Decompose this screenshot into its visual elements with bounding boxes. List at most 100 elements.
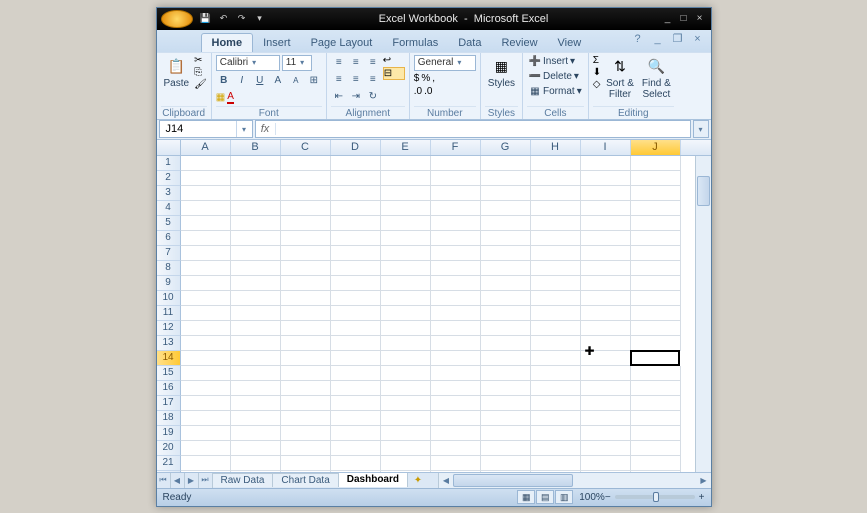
row-header-12[interactable]: 12	[157, 321, 181, 336]
cell-F14[interactable]	[431, 351, 481, 366]
cell-B2[interactable]	[231, 171, 281, 186]
cell-G12[interactable]	[481, 321, 531, 336]
tab-review[interactable]: Review	[491, 34, 547, 52]
cell-D18[interactable]	[331, 411, 381, 426]
cell-B15[interactable]	[231, 366, 281, 381]
redo-icon[interactable]: ↷	[235, 12, 249, 26]
find-select-button[interactable]: 🔍 Find & Select	[639, 55, 674, 102]
cell-J10[interactable]	[631, 291, 681, 306]
cell-J21[interactable]	[631, 456, 681, 471]
cell-E4[interactable]	[381, 201, 431, 216]
cell-A9[interactable]	[181, 276, 231, 291]
cell-C7[interactable]	[281, 246, 331, 261]
cell-B7[interactable]	[231, 246, 281, 261]
cell-F20[interactable]	[431, 441, 481, 456]
cell-F18[interactable]	[431, 411, 481, 426]
sheet-tab-dashboard[interactable]: Dashboard	[339, 473, 408, 487]
cell-H20[interactable]	[531, 441, 581, 456]
row-header-7[interactable]: 7	[157, 246, 181, 261]
align-left-button[interactable]: ≡	[331, 72, 347, 88]
cell-A13[interactable]	[181, 336, 231, 351]
cell-G10[interactable]	[481, 291, 531, 306]
align-right-button[interactable]: ≡	[365, 72, 381, 88]
cell-J18[interactable]	[631, 411, 681, 426]
cell-I19[interactable]	[581, 426, 631, 441]
row-header-10[interactable]: 10	[157, 291, 181, 306]
cell-B19[interactable]	[231, 426, 281, 441]
row-header-14[interactable]: 14	[157, 351, 181, 366]
cell-I17[interactable]	[581, 396, 631, 411]
cell-C2[interactable]	[281, 171, 331, 186]
name-box-dropdown-icon[interactable]: ▾	[236, 121, 252, 137]
maximize-button[interactable]: □	[677, 12, 691, 26]
expand-formula-bar-button[interactable]: ▾	[693, 120, 709, 138]
row-header-6[interactable]: 6	[157, 231, 181, 246]
cell-G16[interactable]	[481, 381, 531, 396]
cell-D13[interactable]	[331, 336, 381, 351]
column-header-F[interactable]: F	[431, 140, 481, 155]
cell-H7[interactable]	[531, 246, 581, 261]
align-top-button[interactable]: ≡	[331, 55, 347, 71]
shrink-font-button[interactable]: A	[288, 73, 304, 89]
cell-C16[interactable]	[281, 381, 331, 396]
page-layout-view-button[interactable]: ▤	[536, 490, 554, 504]
cell-A10[interactable]	[181, 291, 231, 306]
minimize-button[interactable]: _	[661, 12, 675, 26]
cell-I18[interactable]	[581, 411, 631, 426]
cell-E8[interactable]	[381, 261, 431, 276]
cell-J1[interactable]	[631, 156, 681, 171]
cell-C21[interactable]	[281, 456, 331, 471]
cell-C12[interactable]	[281, 321, 331, 336]
cell-F2[interactable]	[431, 171, 481, 186]
cell-D3[interactable]	[331, 186, 381, 201]
cell-J2[interactable]	[631, 171, 681, 186]
cell-G8[interactable]	[481, 261, 531, 276]
qat-more-icon[interactable]: ▾	[253, 12, 267, 26]
sheet-tab-chart-data[interactable]: Chart Data	[273, 473, 338, 487]
minimize-workbook-button[interactable]: _	[651, 32, 665, 46]
sort-filter-button[interactable]: ⇅ Sort & Filter	[603, 55, 637, 102]
orientation-button[interactable]: ↻	[365, 89, 381, 105]
increase-decimal-button[interactable]: .0	[414, 86, 422, 97]
select-all-corner[interactable]	[157, 140, 181, 155]
cell-H10[interactable]	[531, 291, 581, 306]
zoom-in-button[interactable]: +	[699, 492, 705, 503]
cell-C19[interactable]	[281, 426, 331, 441]
cell-E21[interactable]	[381, 456, 431, 471]
tab-formulas[interactable]: Formulas	[382, 34, 448, 52]
cell-F7[interactable]	[431, 246, 481, 261]
cell-H2[interactable]	[531, 171, 581, 186]
cell-F5[interactable]	[431, 216, 481, 231]
column-header-H[interactable]: H	[531, 140, 581, 155]
cell-B9[interactable]	[231, 276, 281, 291]
row-header-5[interactable]: 5	[157, 216, 181, 231]
align-middle-button[interactable]: ≡	[348, 55, 364, 71]
cell-G21[interactable]	[481, 456, 531, 471]
column-header-I[interactable]: I	[581, 140, 631, 155]
cell-E15[interactable]	[381, 366, 431, 381]
decrease-decimal-button[interactable]: .0	[424, 86, 432, 97]
cell-H11[interactable]	[531, 306, 581, 321]
cell-I9[interactable]	[581, 276, 631, 291]
cell-C8[interactable]	[281, 261, 331, 276]
cell-A2[interactable]	[181, 171, 231, 186]
grow-font-button[interactable]: A	[270, 73, 286, 89]
cell-G13[interactable]	[481, 336, 531, 351]
cell-J14[interactable]	[630, 350, 680, 366]
cell-J6[interactable]	[631, 231, 681, 246]
row-header-2[interactable]: 2	[157, 171, 181, 186]
cell-E5[interactable]	[381, 216, 431, 231]
cell-G4[interactable]	[481, 201, 531, 216]
align-center-button[interactable]: ≡	[348, 72, 364, 88]
cell-H1[interactable]	[531, 156, 581, 171]
name-box[interactable]: J14 ▾	[159, 120, 253, 138]
cell-A5[interactable]	[181, 216, 231, 231]
cell-A3[interactable]	[181, 186, 231, 201]
cell-B5[interactable]	[231, 216, 281, 231]
cell-F9[interactable]	[431, 276, 481, 291]
cell-A12[interactable]	[181, 321, 231, 336]
cell-B1[interactable]	[231, 156, 281, 171]
cell-F4[interactable]	[431, 201, 481, 216]
cell-B13[interactable]	[231, 336, 281, 351]
cell-I2[interactable]	[581, 171, 631, 186]
